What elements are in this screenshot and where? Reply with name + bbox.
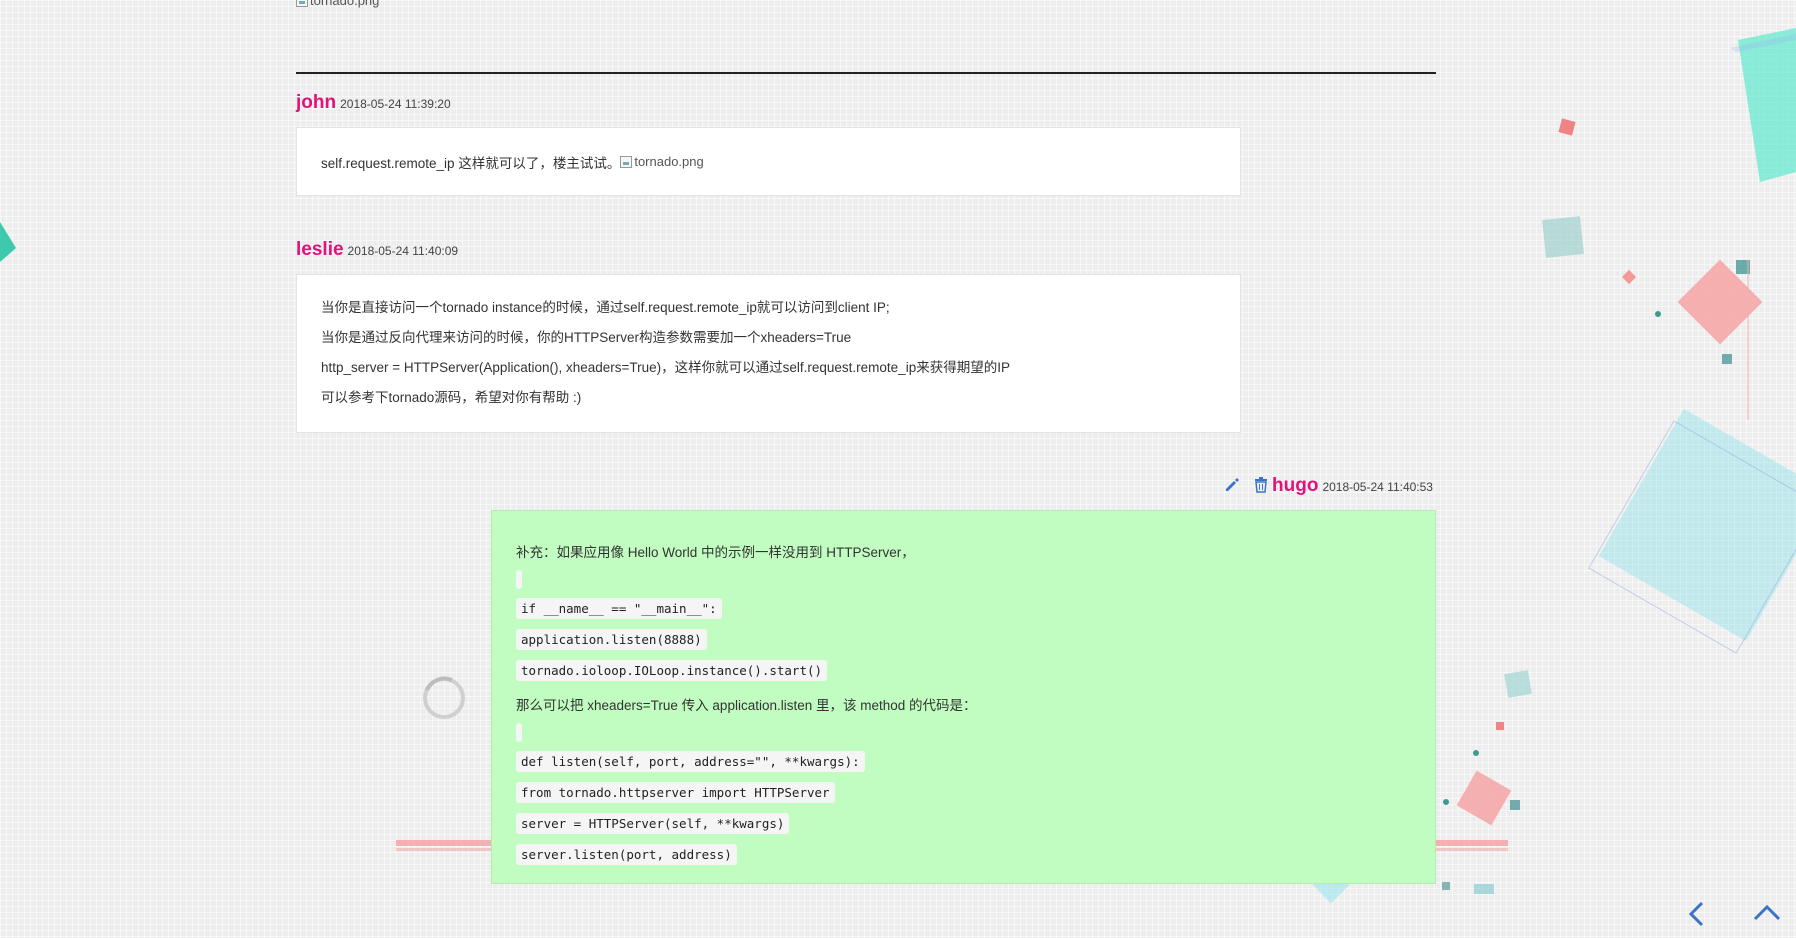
- trash-icon[interactable]: [1254, 477, 1268, 498]
- post-image-alt: tornado.png: [310, 0, 380, 8]
- code-block-empty: [516, 570, 522, 589]
- comment-line: http_server = HTTPServer(Application(), …: [321, 360, 1010, 375]
- comment-author[interactable]: john: [296, 92, 336, 113]
- comment-author[interactable]: hugo: [1272, 475, 1318, 496]
- code-line: server = HTTPServer(self, **kwargs): [516, 813, 790, 834]
- comment-tools: [1224, 477, 1268, 498]
- code-line: tornado.ioloop.IOLoop.instance().start(): [516, 660, 828, 681]
- back-button[interactable]: [1686, 900, 1708, 933]
- comment-date: 2018-05-24 11:39:20: [340, 97, 451, 111]
- code-line: application.listen(8888): [516, 629, 707, 650]
- comment-image: tornado.png: [620, 152, 704, 172]
- comment-body-john: self.request.remote_ip 这样就可以了，楼主试试。 torna…: [296, 127, 1241, 196]
- code-line: from tornado.httpserver import HTTPServe…: [516, 782, 835, 803]
- comment-line: 那么可以把 xheaders=True 传入 application.liste…: [516, 698, 977, 713]
- comment-header-leslie: leslie 2018-05-24 11:40:09: [296, 239, 458, 261]
- comment-author[interactable]: leslie: [296, 239, 344, 260]
- comment-line: 补充：如果应用像 Hello World 中的示例一样没用到 HTTPServe…: [516, 545, 915, 560]
- comment-line: 当你是通过反向代理来访问的时候，你的HTTPServer构造参数需要加一个xhe…: [321, 330, 852, 345]
- pencil-icon[interactable]: [1224, 477, 1240, 498]
- comment-header-john: john 2018-05-24 11:39:20: [296, 92, 451, 114]
- code-line: server.listen(port, address): [516, 844, 737, 865]
- chevron-up-icon: [1753, 904, 1781, 921]
- comment-text: self.request.remote_ip 这样就可以了，楼主试试。: [321, 156, 621, 171]
- code-line: if __name__ == "__main__":: [516, 598, 722, 619]
- code-block-empty: [516, 723, 522, 742]
- comment-image-alt: tornado.png: [634, 154, 704, 169]
- comment-line: 可以参考下tornado源码，希望对你有帮助 :): [321, 390, 582, 405]
- post-image: tornado.png: [296, 0, 379, 8]
- comment-body-leslie: 当你是直接访问一个tornado instance的时候，通过self.requ…: [296, 274, 1241, 433]
- comment-date: 2018-05-24 11:40:09: [347, 244, 459, 258]
- scroll-top-button[interactable]: [1752, 902, 1782, 929]
- comment-header-hugo: hugo 2018-05-24 11:40:53: [1272, 475, 1433, 497]
- comment-body-hugo: 补充：如果应用像 Hello World 中的示例一样没用到 HTTPServe…: [491, 510, 1436, 884]
- code-line: def listen(self, port, address="", **kwa…: [516, 751, 865, 772]
- comment-date: 2018-05-24 11:40:53: [1322, 480, 1433, 494]
- chevron-left-icon: [1688, 901, 1704, 927]
- broken-image-icon: [620, 156, 633, 168]
- comment-line: 当你是直接访问一个tornado instance的时候，通过self.requ…: [321, 300, 890, 315]
- broken-image-icon: [296, 0, 308, 7]
- comments-divider: [296, 72, 1436, 74]
